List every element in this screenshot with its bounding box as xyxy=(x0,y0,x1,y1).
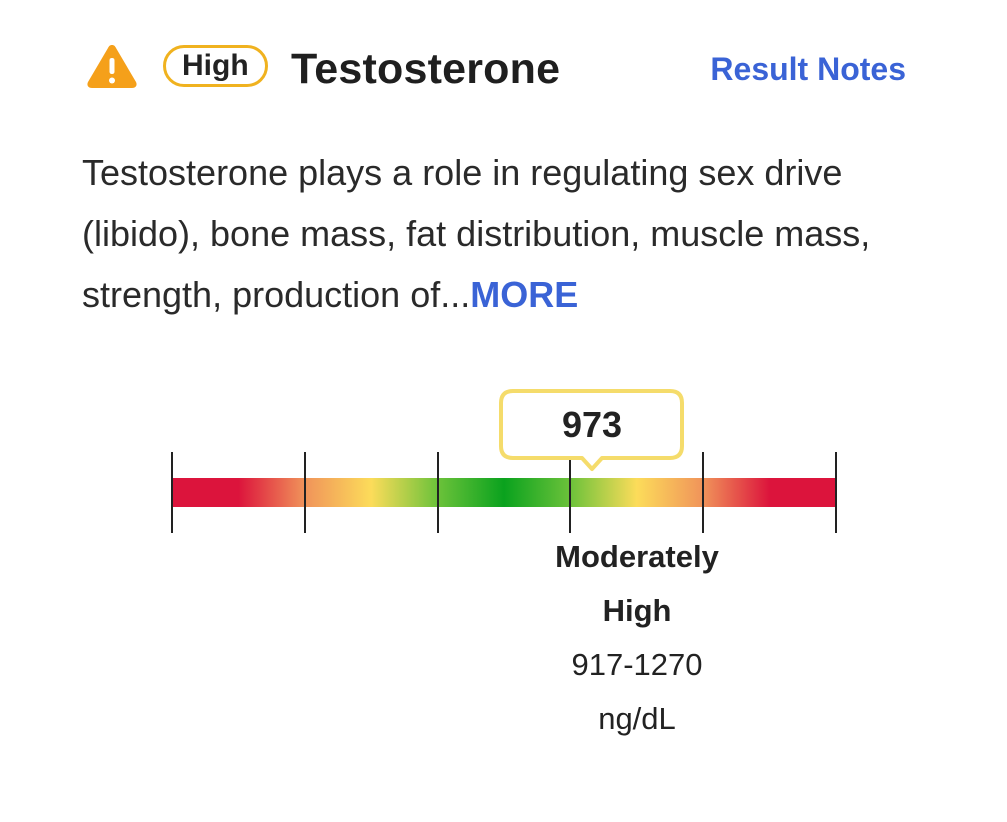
result-value: 973 xyxy=(562,404,622,445)
value-callout: 973 xyxy=(499,389,684,471)
range-label: Moderately High 917-1270 ng/dL xyxy=(537,530,737,746)
page-title: Testosterone xyxy=(291,45,561,93)
result-header: High Testosterone Result Notes xyxy=(86,38,916,100)
status-badge: High xyxy=(163,45,268,87)
description: Testosterone plays a role in regulating … xyxy=(82,142,942,325)
range-values: 917-1270 xyxy=(571,647,703,682)
range-gauge: 973 xyxy=(171,389,837,533)
result-card: High Testosterone Result Notes Testoster… xyxy=(0,0,1007,822)
range-unit: ng/dL xyxy=(598,701,676,736)
range-name: Moderately High xyxy=(555,539,719,628)
gauge-bar xyxy=(172,478,836,507)
gauge-ticks xyxy=(171,452,837,533)
warning-triangle-icon xyxy=(87,45,137,88)
more-link[interactable]: MORE xyxy=(470,274,578,315)
result-notes-link[interactable]: Result Notes xyxy=(710,47,906,91)
